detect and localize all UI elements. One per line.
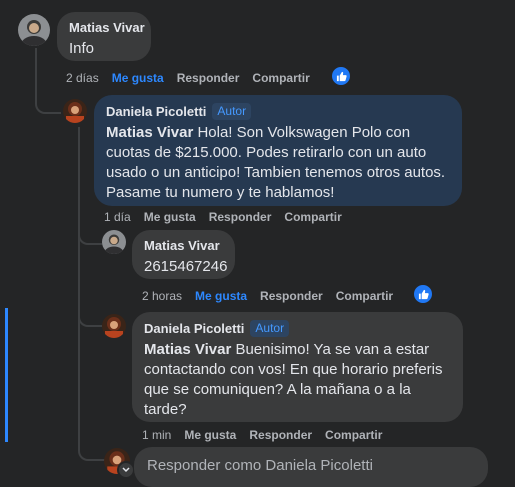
comment-actions: 1 min Me gusta Responder Compartir [142, 428, 395, 442]
comment-text: Info [69, 40, 95, 57]
comment-bubble: Matias Vivar Info [57, 12, 151, 61]
like-button[interactable]: Me gusta [144, 210, 196, 224]
comment-bubble: Matias Vivar 2615467246 [132, 230, 235, 279]
share-button[interactable]: Compartir [336, 289, 393, 303]
comment-age[interactable]: 2 horas [142, 289, 182, 303]
avatar[interactable] [102, 230, 126, 254]
reply-button[interactable]: Responder [249, 428, 312, 442]
comment-actions: 2 horas Me gusta Responder Compartir [142, 289, 406, 303]
mention-link[interactable]: Matias Vivar [144, 341, 231, 358]
comment-age[interactable]: 1 min [142, 428, 171, 442]
comment-age[interactable]: 2 días [66, 71, 99, 85]
chevron-down-icon[interactable] [117, 461, 135, 479]
avatar[interactable] [63, 99, 87, 123]
thread-connector [78, 227, 102, 245]
reply-button[interactable]: Responder [209, 210, 272, 224]
comment-age[interactable]: 1 día [104, 210, 131, 224]
comment-author[interactable]: Daniela Picoletti [106, 104, 206, 119]
like-button[interactable]: Me gusta [112, 71, 164, 85]
reply-composer[interactable] [134, 447, 488, 487]
reply-input[interactable] [147, 457, 475, 474]
reply-button[interactable]: Responder [260, 289, 323, 303]
share-button[interactable]: Compartir [252, 71, 309, 85]
reply-button[interactable]: Responder [177, 71, 240, 85]
focus-indicator [5, 308, 8, 442]
like-reaction-icon[interactable] [412, 283, 434, 305]
thread-connector [78, 443, 106, 461]
comment-actions: 1 día Me gusta Responder Compartir [104, 210, 355, 224]
thread-line-nested [78, 127, 80, 445]
avatar[interactable] [18, 14, 50, 46]
mention-link[interactable]: Matias Vivar [106, 124, 193, 141]
share-button[interactable]: Compartir [284, 210, 341, 224]
author-badge: Autor [250, 320, 290, 337]
comment-actions: 2 días Me gusta Responder Compartir [66, 71, 323, 85]
comment-bubble: Daniela Picoletti Autor Matias Vivar Buen… [132, 312, 463, 422]
comment-text: Matias Vivar Buenisimo! Ya se van a esta… [144, 341, 443, 418]
share-button[interactable]: Compartir [325, 428, 382, 442]
thread-connector [35, 88, 61, 114]
author-badge: Autor [212, 103, 252, 120]
like-button[interactable]: Me gusta [195, 289, 247, 303]
comment-author[interactable]: Matias Vivar [69, 20, 145, 36]
comment-text: 2615467246 [144, 258, 228, 275]
comment-text: Matias Vivar Hola! Son Volkswagen Polo c… [106, 124, 446, 201]
comment-bubble: Daniela Picoletti Autor Matias Vivar Hola… [94, 95, 462, 206]
thread-connector [78, 311, 102, 327]
like-button[interactable]: Me gusta [184, 428, 236, 442]
comment-author[interactable]: Matias Vivar [144, 238, 223, 254]
like-reaction-icon[interactable] [330, 65, 352, 87]
comment-author[interactable]: Daniela Picoletti [144, 321, 244, 336]
avatar[interactable] [102, 314, 126, 338]
